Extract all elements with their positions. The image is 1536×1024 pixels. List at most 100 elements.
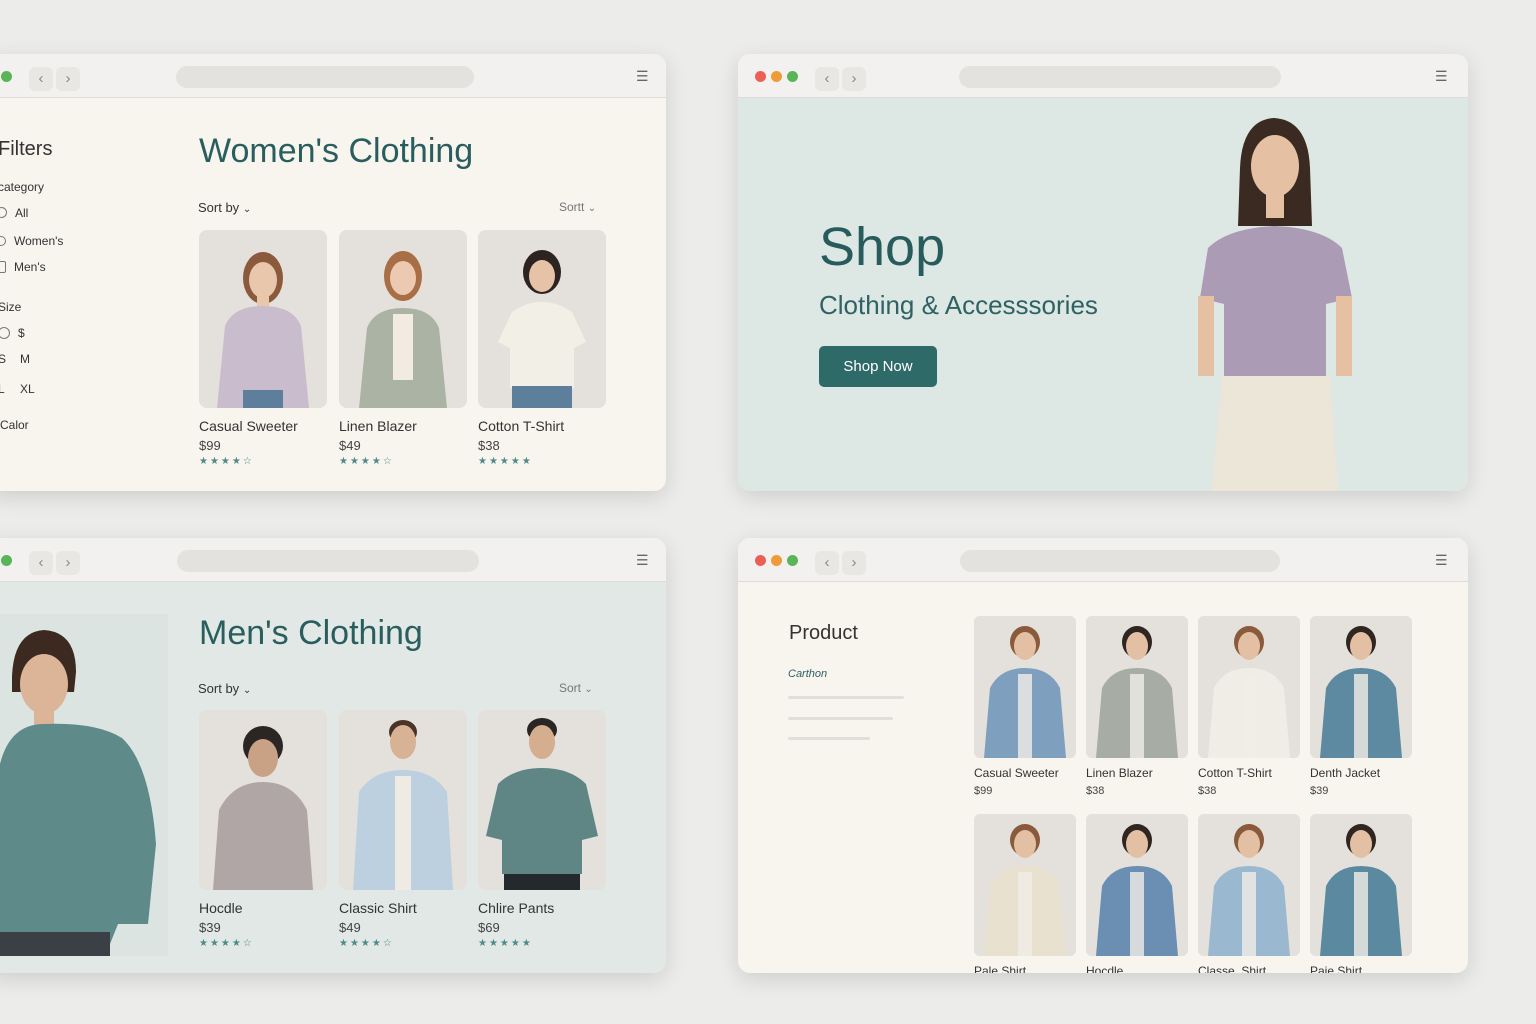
forward-icon[interactable]: ›: [842, 551, 866, 575]
back-icon[interactable]: ‹: [29, 551, 53, 575]
product-card[interactable]: Chlire Pants $69 ★★★★★: [478, 710, 606, 960]
category-option-all[interactable]: All: [0, 206, 28, 220]
chevron-down-icon: ⌄: [242, 685, 252, 696]
size-option-dollar[interactable]: $: [0, 326, 25, 340]
window-close-dot[interactable]: [755, 71, 766, 82]
back-icon[interactable]: ‹: [815, 67, 839, 91]
forward-icon[interactable]: ›: [56, 67, 80, 91]
product-name: Paie Shirt: [1310, 964, 1363, 973]
product-price: $49: [339, 438, 361, 453]
window-maximize-dot[interactable]: [787, 71, 798, 82]
window-minimize-dot[interactable]: [771, 555, 782, 566]
browser-toolbar: ‹ › ☰: [0, 54, 666, 98]
category-option-womens[interactable]: Women's: [0, 234, 63, 248]
product-heading: Product: [789, 622, 858, 644]
shop-now-button[interactable]: Shop Now: [819, 346, 937, 387]
placeholder-line: [788, 737, 870, 740]
hamburger-menu-icon[interactable]: ☰: [1435, 552, 1448, 569]
women-page: Filters category All Women's Men's Size …: [0, 98, 666, 491]
sort-right-label: Sort: [559, 681, 582, 695]
window-minimize-dot[interactable]: [771, 71, 782, 82]
product-card[interactable]: Hocdle: [1086, 814, 1188, 973]
product-card[interactable]: Paie Shirt: [1310, 814, 1412, 973]
men-hero-image: [0, 614, 168, 956]
size-option-m[interactable]: M: [20, 352, 30, 366]
sort-dropdown-right[interactable]: Sortt ⌄: [559, 200, 596, 214]
product-card[interactable]: Casual Sweeter $99: [974, 616, 1076, 797]
sort-dropdown-right[interactable]: Sort ⌄: [559, 681, 593, 695]
product-photo: [478, 710, 606, 890]
women-clothing-window: ‹ › ☰ Filters category All Women's Men's…: [0, 54, 666, 491]
page-title: Men's Clothing: [199, 614, 423, 652]
chevron-down-icon: ⌄: [587, 203, 597, 214]
product-price: $99: [974, 785, 993, 797]
star-rating: ★★★★★: [478, 938, 533, 949]
forward-icon[interactable]: ›: [842, 67, 866, 91]
color-label: Calor: [0, 418, 29, 432]
radio-icon: [0, 236, 6, 246]
browser-toolbar: ‹ › ☰: [0, 538, 666, 582]
size-label-dollar: $: [18, 326, 25, 340]
star-rating: ★★★★☆: [199, 938, 254, 949]
product-price: $99: [199, 438, 221, 453]
size-option-s[interactable]: S: [0, 352, 6, 366]
sort-by-dropdown[interactable]: Sort by ⌄: [198, 681, 251, 696]
sort-by-dropdown[interactable]: Sort by ⌄: [198, 200, 251, 215]
shirt-icon: [0, 261, 6, 273]
product-card[interactable]: Linen Blazer $38: [1086, 616, 1188, 797]
address-bar[interactable]: [960, 550, 1280, 572]
size-option-xl[interactable]: XL: [20, 382, 35, 396]
category-option-mens[interactable]: Men's: [0, 260, 46, 274]
star-rating: ★★★★☆: [339, 938, 394, 949]
hero-model-image: [1178, 98, 1378, 491]
window-close-dot[interactable]: [755, 555, 766, 566]
product-name: Linen Blazer: [339, 418, 417, 434]
product-card[interactable]: Cotton T-Shirt $38 ★★★★★: [478, 230, 606, 480]
chevron-down-icon: ⌄: [584, 684, 593, 695]
product-name: Casual Sweeter: [974, 766, 1059, 780]
product-card[interactable]: Linen Blazer $49 ★★★★☆: [339, 230, 467, 480]
address-bar[interactable]: [177, 550, 479, 572]
product-name: Linen Blazer: [1086, 766, 1153, 780]
product-card[interactable]: Pale Shirt: [974, 814, 1076, 973]
sort-by-label: Sort by: [198, 681, 240, 696]
address-bar[interactable]: [959, 66, 1281, 88]
product-price: $38: [1086, 785, 1105, 797]
back-icon[interactable]: ‹: [29, 67, 53, 91]
globe-icon: [0, 207, 7, 218]
sort-by-label: Sort by: [198, 200, 240, 215]
men-clothing-window: ‹ › ☰ Men's Clothing Sort by ⌄ Sort ⌄ Ho…: [0, 538, 666, 973]
forward-icon[interactable]: ›: [56, 551, 80, 575]
size-icon: [0, 327, 10, 339]
window-maximize-dot[interactable]: [1, 555, 12, 566]
product-card[interactable]: Denth Jacket $39: [1310, 616, 1412, 797]
size-label: Size: [0, 300, 22, 314]
product-card[interactable]: Classe, Shirt: [1198, 814, 1300, 973]
window-maximize-dot[interactable]: [1, 71, 12, 82]
window-maximize-dot[interactable]: [787, 555, 798, 566]
hamburger-menu-icon[interactable]: ☰: [636, 68, 649, 85]
hero-title: Shop: [819, 217, 946, 277]
product-photo: [1086, 616, 1188, 758]
product-name: Cotton T-Shirt: [1198, 766, 1272, 780]
product-photo: [1198, 814, 1300, 956]
product-card[interactable]: Classic Shirt $49 ★★★★☆: [339, 710, 467, 960]
product-photo: [339, 230, 467, 408]
size-option-l[interactable]: L: [0, 382, 5, 396]
men-page: Men's Clothing Sort by ⌄ Sort ⌄ Hocdle $…: [0, 582, 666, 973]
hamburger-menu-icon[interactable]: ☰: [636, 552, 649, 569]
product-name: Cotton T-Shirt: [478, 418, 565, 434]
product-name: Casual Sweeter: [199, 418, 298, 434]
back-icon[interactable]: ‹: [815, 551, 839, 575]
product-photo: [1198, 616, 1300, 758]
address-bar[interactable]: [176, 66, 474, 88]
product-photo: [199, 230, 327, 408]
product-card[interactable]: Casual Sweeter $99 ★★★★☆: [199, 230, 327, 480]
product-price: $39: [1310, 785, 1329, 797]
browser-toolbar: ‹ › ☰: [738, 54, 1468, 98]
product-photo: [974, 814, 1076, 956]
product-name: Hocdle: [199, 900, 243, 916]
product-card[interactable]: Cotton T-Shirt $38: [1198, 616, 1300, 797]
hamburger-menu-icon[interactable]: ☰: [1435, 68, 1448, 85]
product-card[interactable]: Hocdle $39 ★★★★☆: [199, 710, 327, 960]
